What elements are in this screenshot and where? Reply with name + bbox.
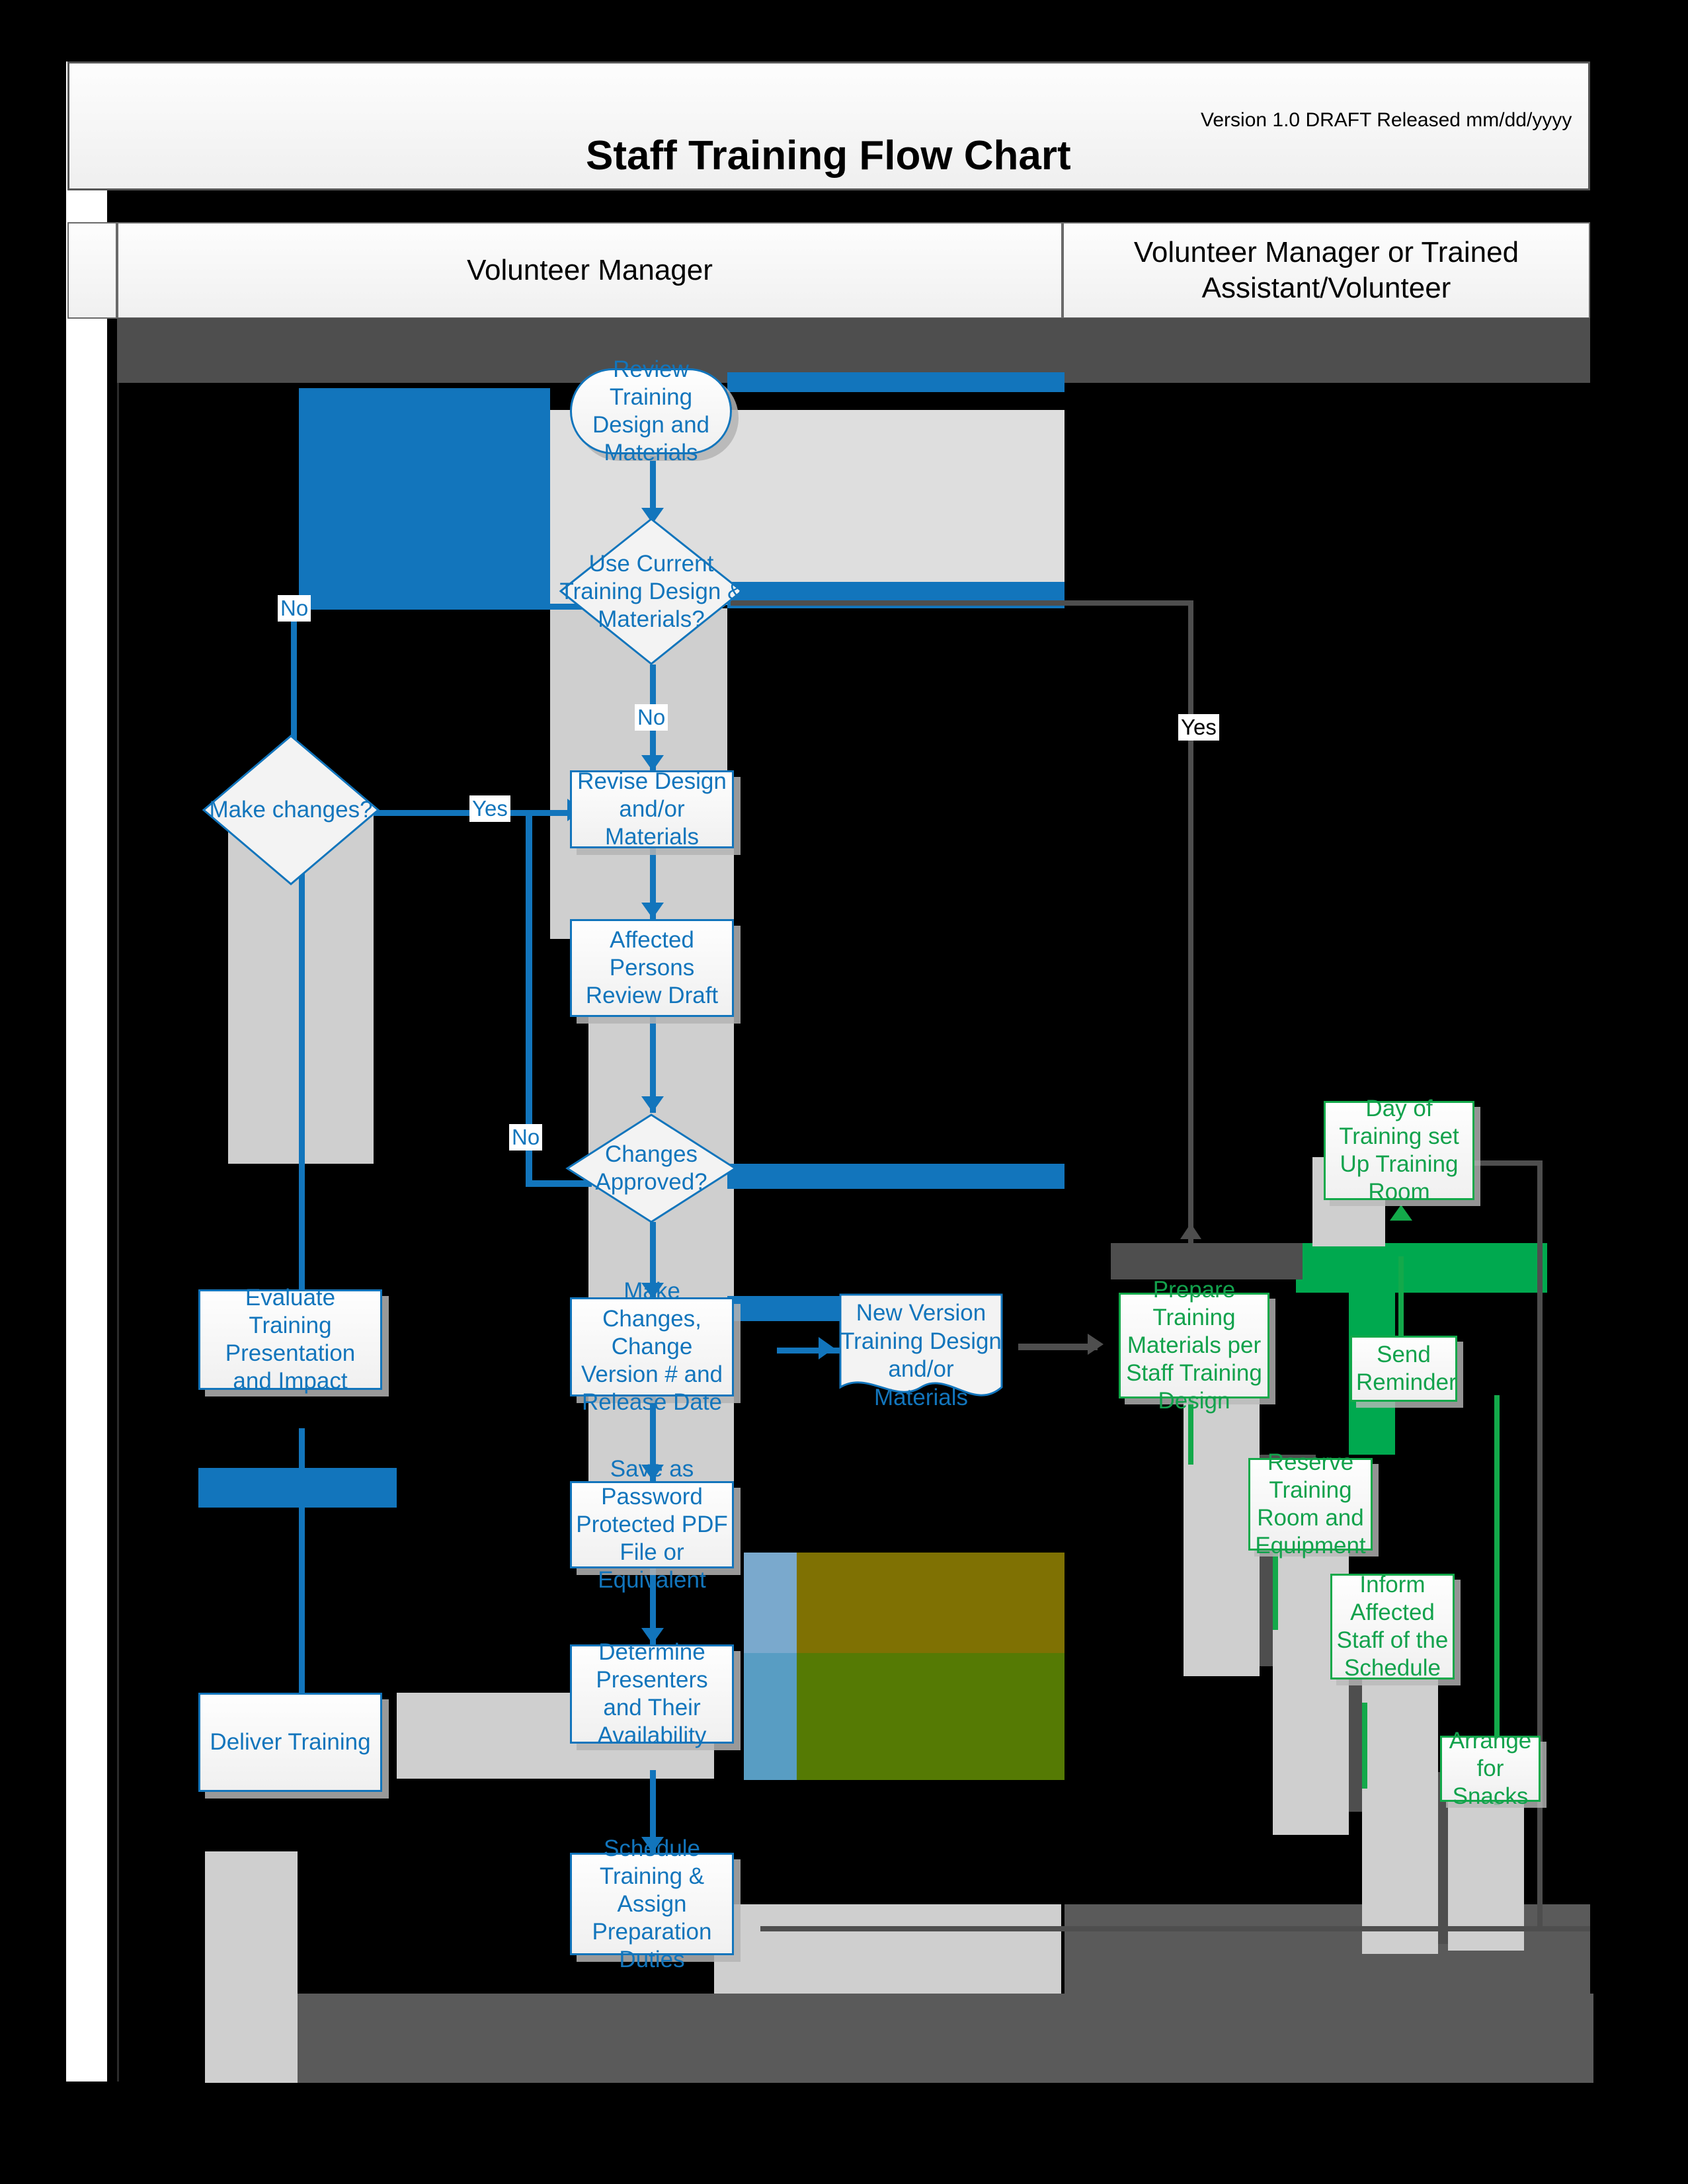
arrowhead-right-gray (1088, 1334, 1104, 1355)
render-artifact-steelblue-2 (744, 1653, 797, 1780)
node-make-changes[interactable]: Make changes? (202, 734, 380, 886)
node-label: New Version Training Design and/or Mater… (840, 1300, 1002, 1411)
edge-inform-to-arrange (1362, 1703, 1367, 1789)
render-artifact-blue-top (299, 388, 550, 606)
edge-evaluate-up (299, 853, 305, 1289)
render-artifact-olive-2 (797, 1653, 1065, 1780)
node-label: Save as Password Protected PDF File or E… (576, 1456, 728, 1593)
render-artifact-blue-left-block (198, 1468, 397, 1508)
lane-header-left-spacer (67, 222, 117, 319)
render-artifact-blue-bar-3 (727, 1164, 1065, 1189)
node-label: Reserve Training Room and Equipment (1255, 1449, 1366, 1558)
page-sheet (66, 61, 107, 2082)
flowchart-page: Staff Training Flow Chart Version 1.0 DR… (0, 0, 1688, 2184)
node-label: Revise Design and/or Materials (577, 768, 727, 850)
node-prepare-training-materials[interactable]: Prepare Training Materials per Staff Tra… (1119, 1277, 1269, 1414)
node-affected-persons-review-draft[interactable]: Affected Persons Review Draft (570, 919, 734, 1017)
node-label: Make changes? (209, 797, 373, 823)
lane-divider-left (117, 383, 119, 2082)
node-send-reminder[interactable]: Send Reminder (1350, 1336, 1457, 1402)
render-artifact-darkgray-bottom-2 (291, 1994, 1593, 2083)
lane-header-volunteer-manager: Volunteer Manager (117, 222, 1063, 319)
arrowhead-down (641, 903, 664, 918)
lane-label: Volunteer Manager or Trained Assistant/V… (1133, 236, 1519, 304)
edge-label-no-down: No (635, 704, 668, 731)
node-label: Make Changes, Change Version # and Relea… (581, 1278, 723, 1415)
edge-label-yes-right: Yes (1178, 714, 1219, 741)
node-deliver-training[interactable]: Deliver Training (198, 1693, 382, 1792)
node-reserve-training-room-and-equipment[interactable]: Reserve Training Room and Equipment (1248, 1449, 1373, 1558)
node-determine-presenters-and-availability[interactable]: Determine Presenters and Their Availabil… (570, 1639, 734, 1748)
arrowhead-down (641, 1096, 664, 1112)
arrowhead-up-green (1390, 1205, 1412, 1221)
render-artifact-gray-right-1 (1111, 1243, 1303, 1279)
node-make-changes-change-version-release-date[interactable]: Make Changes, Change Version # and Relea… (570, 1278, 734, 1415)
node-label: Schedule Training & Assign Preparation D… (592, 1835, 712, 1972)
node-label: Use Current Training Design & Materials? (559, 550, 743, 632)
edge-label-no-left: No (278, 595, 311, 622)
edge-newversion-to-prepare (1018, 1344, 1098, 1350)
node-label: Inform Affected Staff of the Schedule (1336, 1572, 1449, 1681)
render-artifact-olive-1 (797, 1553, 1065, 1653)
edge-usecurrent-left-horizontal (291, 604, 598, 610)
node-label: Send Reminder (1356, 1342, 1457, 1395)
edge-deliver-to-evaluate (299, 1428, 305, 1719)
node-label: Changes Approved? (595, 1141, 707, 1195)
edge-sendreminder-to-dayof (1398, 1256, 1404, 1349)
node-label: Determine Presenters and Their Availabil… (596, 1639, 708, 1748)
edge-label-yes-makechanges: Yes (469, 795, 510, 823)
node-evaluate-training-presentation-and-impact[interactable]: Evaluate Training Presentation and Impac… (198, 1285, 382, 1394)
version-label: Version 1.0 DRAFT Released mm/dd/yyyy (1201, 109, 1572, 131)
node-label: Evaluate Training Presentation and Impac… (225, 1285, 356, 1394)
arrowhead-right (819, 1337, 834, 1359)
edge-label-no-approved: No (509, 1124, 543, 1151)
node-label: Affected Persons Review Draft (585, 927, 719, 1008)
edge-usecurrent-yes-vertical (1188, 600, 1193, 1182)
node-inform-affected-staff-of-schedule[interactable]: Inform Affected Staff of the Schedule (1330, 1572, 1455, 1681)
render-artifact-green-band (1296, 1243, 1547, 1293)
lane-header-volunteer-manager-or-trained-assistant: Volunteer Manager or Trained Assistant/V… (1063, 222, 1590, 319)
node-revise-design-and-or-materials[interactable]: Revise Design and/or Materials (570, 768, 734, 850)
node-label: Review Training Design and Materials (592, 356, 710, 465)
node-new-version-training-design-document[interactable]: New Version Training Design and/or Mater… (838, 1293, 1004, 1410)
render-artifact-steelblue-1 (744, 1553, 797, 1653)
node-review-training-design-and-materials[interactable]: Review Training Design and Materials (570, 356, 732, 465)
page-title: Staff Training Flow Chart (586, 133, 1071, 179)
render-artifact-blue-bar-1 (727, 372, 1065, 392)
node-label: Day of Training set Up Training Room (1339, 1096, 1459, 1205)
node-arrange-for-snacks[interactable]: Arrange for Snacks (1440, 1728, 1541, 1809)
render-artifact-gray-bottom (714, 1904, 1061, 1994)
node-label: Arrange for Snacks (1449, 1728, 1532, 1809)
node-label: Deliver Training (210, 1729, 371, 1755)
node-use-current-training-design[interactable]: Use Current Training Design & Materials? (559, 517, 744, 666)
node-label: Prepare Training Materials per Staff Tra… (1126, 1277, 1262, 1414)
render-artifact-gray-strip-left (205, 1851, 298, 2083)
edge-right-lane-vertical (1537, 1160, 1543, 1927)
arrowhead-up-gray (1180, 1223, 1201, 1239)
node-schedule-training-assign-preparation-duties[interactable]: Schedule Training & Assign Preparation D… (570, 1836, 734, 1972)
node-day-of-training-set-up-room[interactable]: Day of Training set Up Training Room (1324, 1096, 1474, 1205)
node-save-as-password-protected-pdf[interactable]: Save as Password Protected PDF File or E… (570, 1456, 734, 1593)
node-changes-approved[interactable]: Changes Approved? (565, 1113, 737, 1224)
edge-schedule-to-right-lane (760, 1926, 1590, 1931)
lane-label: Volunteer Manager (467, 254, 713, 287)
edge-usecurrent-yes-horizontal (731, 600, 1193, 606)
